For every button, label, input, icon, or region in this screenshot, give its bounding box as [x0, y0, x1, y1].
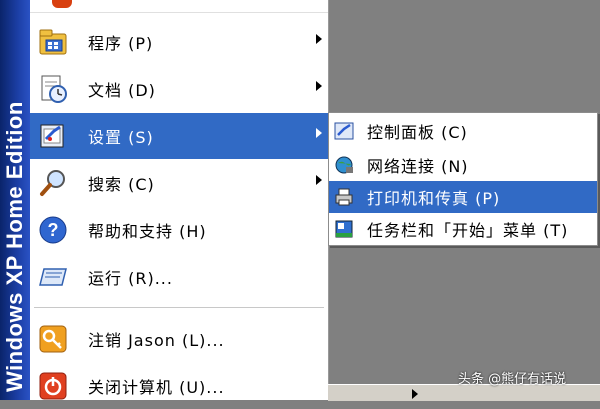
menu-item-label: 搜索 (C)	[88, 175, 155, 194]
menu-top-strip	[30, 0, 328, 13]
menu-item-label: 运行 (R)...	[88, 269, 173, 288]
top-item-icon	[52, 0, 72, 8]
submenu-item-control-panel[interactable]: 控制面板 (C)	[329, 115, 597, 147]
menu-item-label: 注销 Jason (L)...	[88, 331, 225, 350]
start-menu-banner: Windows XP Home Edition	[0, 0, 30, 400]
submenu-item-printers[interactable]: 打印机和传真 (P)	[329, 181, 597, 213]
menu-item-shutdown[interactable]: 关闭计算机 (U)...	[30, 363, 328, 409]
watermark: 头条 @熊仔有话说	[458, 372, 567, 387]
help-icon: ?	[36, 213, 70, 247]
menu-item-programs[interactable]: 程序 (P)	[30, 19, 328, 65]
menu-item-settings[interactable]: 设置 (S)	[30, 113, 328, 159]
run-icon	[36, 260, 70, 294]
banner-brand: Windows XP	[2, 255, 27, 392]
documents-icon	[36, 72, 70, 106]
printer-icon	[333, 186, 355, 208]
submenu-arrow-icon	[316, 34, 322, 44]
submenu-item-label: 网络连接 (N)	[367, 157, 469, 176]
menu-item-search[interactable]: 搜索 (C)	[30, 160, 328, 206]
banner-text: Windows XP Home Edition	[0, 12, 30, 400]
submenu-item-network[interactable]: 网络连接 (N)	[329, 149, 597, 181]
menu-item-label: 帮助和支持 (H)	[88, 222, 207, 241]
submenu-arrow-icon	[316, 81, 322, 91]
start-menu: 程序 (P) 文档 (D) 设置 (S) 搜索 (C) ? 帮助和支持 (H) …	[30, 0, 329, 400]
menu-item-help[interactable]: ? 帮助和支持 (H)	[30, 207, 328, 253]
taskbar-arrow-icon[interactable]	[412, 389, 418, 399]
programs-icon	[36, 25, 70, 59]
submenu-arrow-icon	[316, 175, 322, 185]
menu-separator	[34, 307, 324, 308]
menu-item-label: 设置 (S)	[88, 128, 154, 147]
menu-item-documents[interactable]: 文档 (D)	[30, 66, 328, 112]
taskbar-icon	[333, 218, 355, 240]
banner-edition: Home Edition	[2, 101, 27, 256]
logoff-icon	[36, 322, 70, 356]
menu-item-label: 程序 (P)	[88, 34, 154, 53]
submenu-item-label: 任务栏和「开始」菜单 (T)	[367, 221, 569, 240]
submenu-item-taskbar[interactable]: 任务栏和「开始」菜单 (T)	[329, 213, 597, 245]
network-icon	[333, 154, 355, 176]
shutdown-icon	[36, 369, 70, 403]
menu-item-logoff[interactable]: 注销 Jason (L)...	[30, 316, 328, 362]
control-panel-icon	[333, 120, 355, 142]
menu-item-run[interactable]: 运行 (R)...	[30, 254, 328, 300]
submenu-item-label: 打印机和传真 (P)	[367, 189, 501, 208]
settings-icon	[36, 119, 70, 153]
submenu-item-label: 控制面板 (C)	[367, 123, 468, 142]
search-icon	[36, 166, 70, 200]
svg-text:?: ?	[48, 220, 59, 240]
settings-submenu: 控制面板 (C) 网络连接 (N) 打印机和传真 (P) 任务栏和「开始」菜单 …	[328, 112, 598, 246]
menu-item-label: 文档 (D)	[88, 81, 156, 100]
menu-item-label: 关闭计算机 (U)...	[88, 378, 225, 397]
submenu-arrow-icon	[316, 128, 322, 138]
